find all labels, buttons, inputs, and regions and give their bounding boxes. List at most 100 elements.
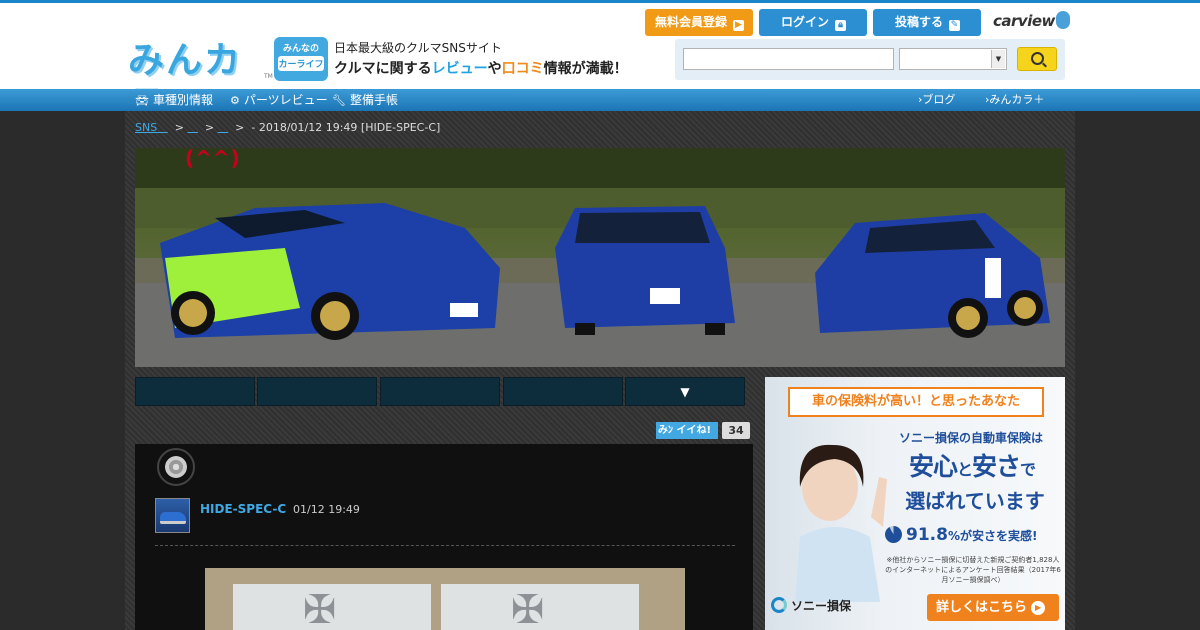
search-button[interactable] [1017,47,1057,71]
site-header: みんカラ TM みんなの カーライフ 日本最大級のクルマSNSサイト クルマに関… [0,3,1200,125]
avatar[interactable] [155,498,190,533]
lock-icon: 🔒︎ [835,20,847,31]
nav-item-cars-label: 車種別情報 [152,93,213,107]
carview-logo-text: carview [993,12,1055,30]
ad-footnote: ※他社からソニー損保に切替えた新規ご契約者1,828人のインターネットによるアン… [885,556,1061,584]
ad-headline: 車の保険料が高い！と思ったあなた [788,387,1044,417]
ad-stat: 91.8%が安さを実感! [885,525,1061,545]
nav-item-blog-label: ブログ [922,93,956,106]
tagline-kuchikomi: 口コミ [501,61,544,77]
ad-details-button[interactable]: 詳しくはこちら ▶ [927,594,1059,621]
tagline-secondary: クルマに関するレビューや口コミ情報が満載！ [334,58,628,78]
gear-icon: ⚙ [230,94,240,107]
breadcrumb-sns[interactable]: SNS [135,121,157,134]
breadcrumb: SNS > > > - 2018/01/12 19:49 [HIDE-SPEC-… [135,121,440,134]
search-area: ▼ [675,39,1065,80]
search-input[interactable] [683,48,894,70]
post-author[interactable]: HIDE-SPEC-C [200,502,286,516]
nav-item-maintenance-label: 整備手帳 [349,93,398,107]
ad-stat-value: 91.8 [906,525,948,545]
post-date: 01/12 19:49 [293,503,360,516]
like-count: 34 [722,422,750,439]
like-button[interactable]: みﾝ イイね! [656,422,718,439]
search-icon [1031,52,1044,65]
photo-paper-left: ✠ [233,584,431,630]
ad-model-photo [795,444,887,602]
carview-mark-icon [1055,11,1070,29]
blog-tab-more[interactable]: ▼ [625,377,745,406]
ad-line-2b: 安さ [972,452,1021,481]
breadcrumb-separator: > [201,121,218,134]
ad-line-2a: 安心 [908,452,958,481]
tagline-review: レビュー [431,61,488,77]
blog-post: HIDE-SPEC-C 01/12 19:49 ✠ ✠ [135,444,753,630]
ad-details-label: 詳しくはこちら [936,600,1028,615]
photo-paper-right: ✠ [441,584,639,630]
register-button[interactable]: 無料会員登録 ▶ [645,9,753,36]
like-icon: みﾝ [658,425,673,436]
nav-item-blog[interactable]: ›ブログ [918,89,955,111]
breadcrumb-sns-pad[interactable] [157,121,168,134]
post-button-label: 投稿する [895,15,944,29]
blog-tab-1[interactable] [135,377,255,406]
nav-item-parts-label: パーツレビュー [243,93,328,107]
search-category-select[interactable]: ▼ [899,48,1007,70]
rally-cars-photo [135,148,1065,367]
carlife-badge: みんなの カーライフ [274,37,328,81]
ad-line-2-small: と [956,460,973,479]
blog-title: (^^) [185,148,241,170]
blog-header-banner: (^^) [135,148,1065,367]
ad-brand-name: ソニー損保 [791,599,852,613]
carlife-top-text: みんなの [282,44,319,54]
play-arrow-icon: ▶ [1031,601,1046,615]
breadcrumb-link-2[interactable] [187,121,198,134]
cross-emblem-icon: ✠ [303,587,337,630]
nav-item-parts[interactable]: ⚙ パーツレビュー [230,89,328,112]
ad-line-2c: で [1020,460,1036,479]
login-button[interactable]: ログイン 🔒︎ [759,9,867,36]
like-widget: みﾝ イイね! 34 [656,422,750,439]
breadcrumb-separator: > [171,121,188,134]
play-arrow-icon: ▶ [733,20,745,31]
post-divider [155,545,735,546]
carview-logo[interactable]: carview [993,11,1070,30]
login-button-label: ログイン [781,15,830,29]
blog-tab-4[interactable] [503,377,623,406]
logo-trademark: TM [264,73,273,80]
chevron-down-icon: ▼ [991,50,1005,68]
nav-item-cars[interactable]: 🚘︎ 車種別情報 [135,89,213,112]
ad-stat-text: %が安さを実感! [947,529,1038,543]
ad-line-2: 安心と安さで [883,447,1061,483]
cross-emblem-icon: ✠ [511,587,545,630]
wheel-icon [157,448,195,486]
blog-tab-bar: ▼ [135,377,747,406]
sony-sonpo-logo-icon [771,597,787,613]
post-photo[interactable]: ✠ ✠ [205,568,685,630]
blog-tab-2[interactable] [257,377,377,406]
ad-line-1: ソニー損保の自動車保険は [898,431,1043,445]
car-icon: 🚘︎ [135,94,149,107]
wrench-icon: 🔧︎ [332,94,346,107]
nav-item-minkara-plus-label: みんカラ＋ [989,93,1045,106]
like-button-label: イイね! [676,425,712,436]
tagline-part-a: クルマに関する [334,61,432,77]
pie-chart-icon [885,526,902,543]
pen-icon: ✎ [949,20,961,31]
breadcrumb-current: - 2018/01/12 19:49 [HIDE-SPEC-C] [251,121,441,134]
register-button-label: 無料会員登録 [655,15,728,29]
car-middle [555,206,735,335]
tagline-primary: 日本最大級のクルマSNSサイト [334,41,502,55]
minkara-logo[interactable]: みんカラ TM [128,39,273,125]
carlife-main-text: カーライフ [278,56,324,71]
blog-tab-3[interactable] [380,377,500,406]
nav-item-maintenance[interactable]: 🔧︎ 整備手帳 [332,89,398,112]
global-nav: 🚘︎ 車種別情報 ⚙ パーツレビュー 🔧︎ 整備手帳 ›ブログ ›みんカラ＋ [0,89,1200,111]
ad-line-3: 選ばれています [905,489,1045,513]
insurance-ad[interactable]: 車の保険料が高い！と思ったあなた ソニー損保の自動車保険は 安心と安さで 選ばれ… [765,377,1065,630]
post-button[interactable]: 投稿する ✎ [873,9,981,36]
tagline-part-c: 情報が満載！ [543,61,628,77]
breadcrumb-separator: > [231,121,252,134]
breadcrumb-link-3[interactable] [218,121,229,134]
ad-brand: ソニー損保 [771,597,851,614]
nav-item-minkara-plus[interactable]: ›みんカラ＋ [985,89,1044,111]
